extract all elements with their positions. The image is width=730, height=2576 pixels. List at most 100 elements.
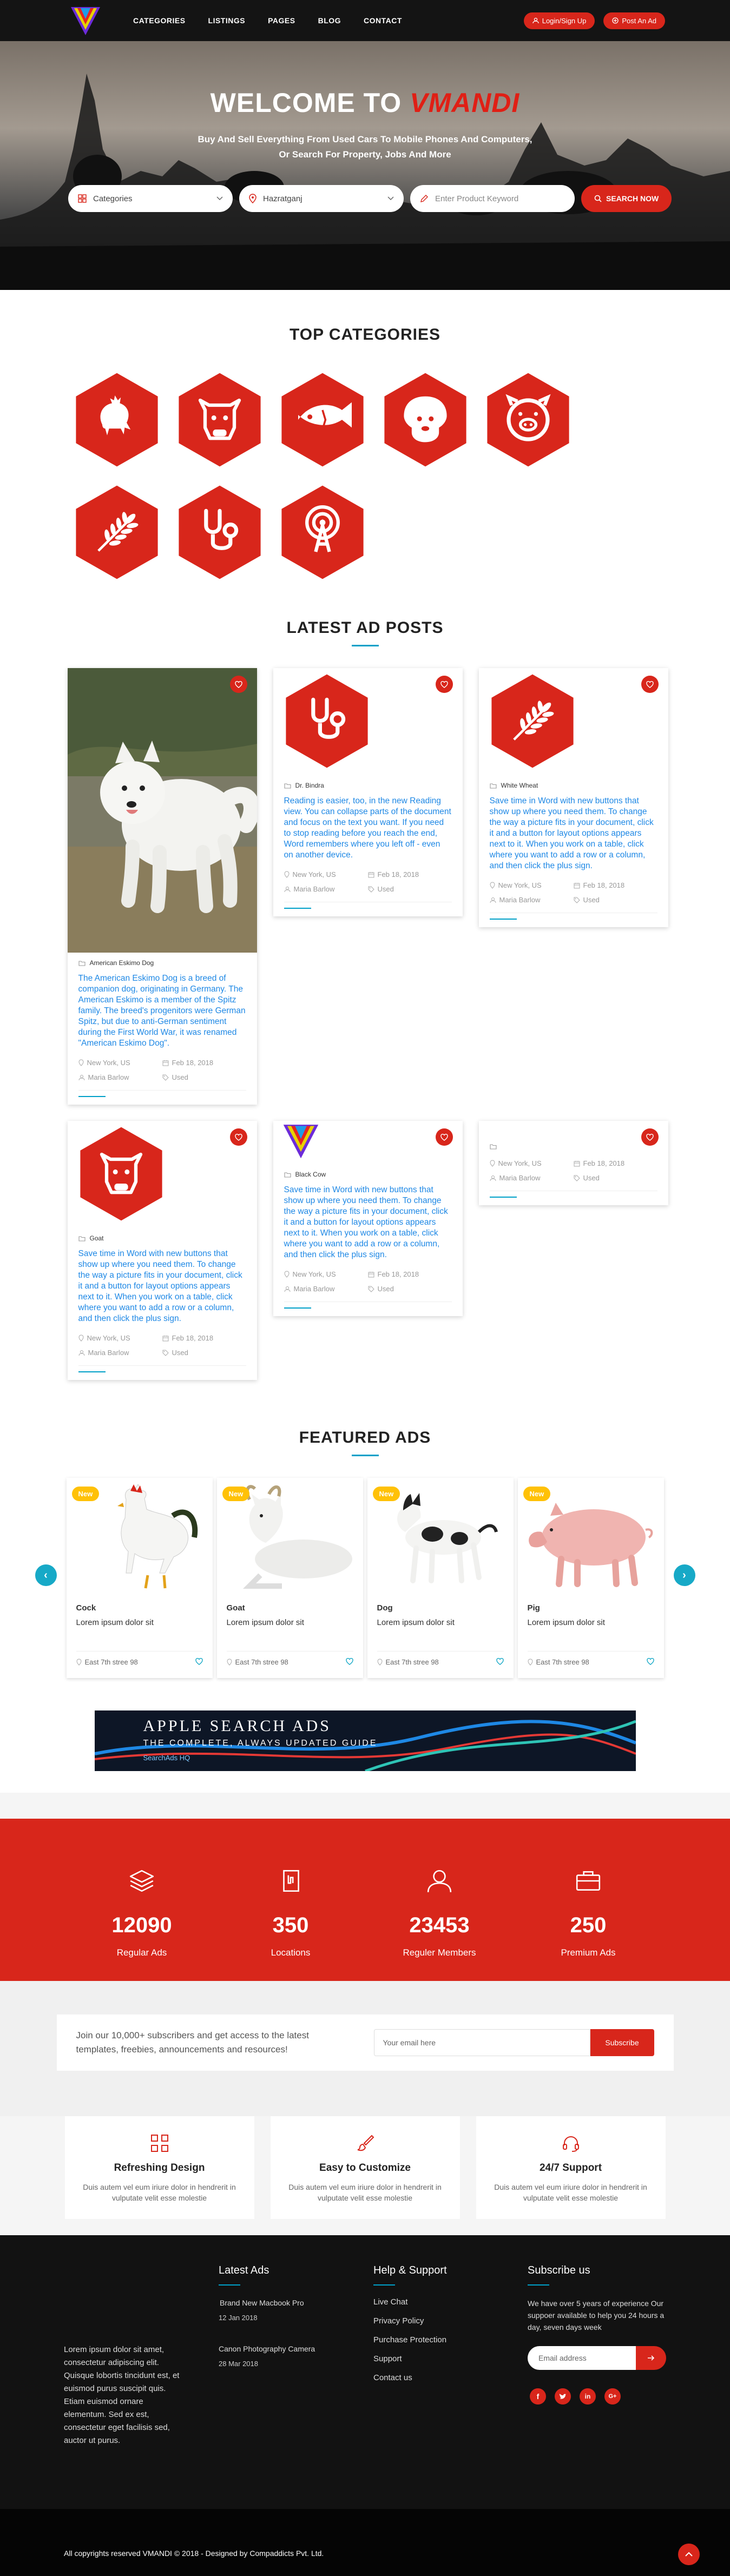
facebook-icon[interactable]: f (530, 2388, 546, 2405)
post-date-value: Feb 18, 2018 (172, 1334, 214, 1342)
favorite-heart-icon[interactable] (229, 1128, 247, 1146)
post-location: New York, US (489, 881, 574, 889)
post-description[interactable]: Save time in Word with new buttons that … (479, 789, 668, 871)
nav-listings[interactable]: LISTINGS (208, 16, 246, 25)
featured-ad-name: Pig (527, 1603, 540, 1613)
category-fish[interactable] (279, 371, 366, 468)
footer-send-button[interactable] (636, 2346, 666, 2370)
footer-email-input[interactable]: Email address (528, 2346, 636, 2370)
post-description[interactable]: Save time in Word with new buttons that … (273, 1178, 463, 1260)
google-plus-icon[interactable]: G+ (604, 2388, 621, 2405)
tag-icon (162, 1350, 169, 1356)
footer-help-links: Live Chat Privacy Policy Purchase Protec… (373, 2297, 482, 2382)
footer-link-support[interactable]: Support (373, 2354, 482, 2363)
favorite-heart-icon[interactable] (641, 676, 659, 693)
ad-post-card[interactable]: White Wheat Save time in Word with new bu… (478, 668, 668, 927)
post-seller: Maria Barlow (490, 896, 574, 904)
post-title: Dr. Bindra (295, 782, 324, 789)
post-date-value: Feb 18, 2018 (583, 881, 625, 889)
post-seller-value: Maria Barlow (293, 885, 335, 893)
latest-item-title: Canon Photography Camera (219, 2344, 315, 2353)
twitter-icon[interactable] (555, 2388, 571, 2405)
favorite-heart-icon[interactable] (435, 676, 453, 693)
top-categories-title: TOP CATEGORIES (289, 326, 441, 344)
footer-link-live-chat[interactable]: Live Chat (373, 2297, 482, 2307)
featured-ad-card[interactable]: New Dog Lorem ipsum dolor sit East 7th stre… (367, 1478, 514, 1678)
category-dog[interactable] (382, 371, 469, 468)
post-seller-value: Maria Barlow (499, 1174, 541, 1182)
featured-ad-card[interactable]: New Cock Lorem ipsum dolor sit East 7th str… (66, 1478, 213, 1678)
favorite-heart-icon[interactable] (229, 676, 247, 693)
map-pin-icon (76, 1659, 82, 1666)
post-date-value: Feb 18, 2018 (377, 870, 419, 879)
search-now-button[interactable]: SEARCH NOW (581, 185, 672, 212)
vmandi-logo[interactable] (65, 0, 106, 41)
nav-blog[interactable]: BLOG (318, 16, 341, 25)
footer-link-privacy-policy[interactable]: Privacy Policy (373, 2316, 482, 2326)
post-date-value: Feb 18, 2018 (172, 1059, 214, 1067)
category-pig[interactable] (484, 371, 572, 468)
footer-latest-item[interactable]: Canon Photography Camera 28 Mar 2018 (219, 2343, 321, 2368)
favorite-heart-icon[interactable] (646, 1658, 654, 1666)
post-description[interactable]: Save time in Word with new buttons that … (68, 1242, 257, 1324)
post-title: Black Cow (295, 1171, 326, 1178)
footer-about-text: Lorem ipsum dolor sit amet, consectetur … (64, 2345, 180, 2445)
footer-link-purchase-protection[interactable]: Purchase Protection (373, 2335, 482, 2344)
latest-ad-posts-title: LATEST AD POSTS (286, 619, 444, 637)
keyword-input[interactable]: Enter Product Keyword (410, 185, 575, 212)
featured-ad-location-value: East 7th stree 98 (235, 1658, 288, 1666)
footer-latest-item[interactable]: Brand New Macbook Pro 12 Jan 2018 (219, 2297, 321, 2322)
post-location: New York, US (78, 1059, 162, 1067)
nav-categories[interactable]: CATEGORIES (133, 16, 186, 25)
post-ad-label: Post An Ad (622, 16, 656, 25)
user-icon (78, 1074, 85, 1081)
favorite-heart-icon[interactable] (641, 1128, 659, 1146)
post-description[interactable]: The American Eskimo Dog is a breed of co… (68, 967, 257, 1049)
category-select[interactable]: Categories (68, 185, 233, 212)
carousel-next-button[interactable]: › (673, 1564, 695, 1586)
stat-number: 23453 (409, 1913, 470, 1937)
chevron-down-icon (387, 196, 394, 201)
newsletter-email-input[interactable]: Your email here (373, 2029, 590, 2056)
nav-pages[interactable]: PAGES (268, 16, 295, 25)
subscribe-button[interactable]: Subscribe (590, 2029, 654, 2056)
ad-banner[interactable]: APPLE SEARCH ADS THE COMPLETE, ALWAYS UP… (94, 1710, 636, 1771)
carousel-prev-button[interactable]: ‹ (35, 1564, 57, 1586)
category-cow[interactable] (176, 371, 264, 468)
ad-post-card[interactable]: Black Cow Save time in Word with new butt… (273, 1121, 463, 1316)
ad-post-card[interactable]: Dr. Bindra Reading is easier, too, in the… (273, 668, 463, 916)
favorite-heart-icon[interactable] (496, 1658, 504, 1666)
ad-post-card[interactable]: New York, US Feb 18, 2018 Maria Barlow Used (478, 1121, 668, 1205)
briefcase-icon (573, 1867, 603, 1894)
location-select[interactable]: Hazratganj (239, 185, 404, 212)
post-ad-button[interactable]: Post An Ad (603, 12, 665, 29)
tag-icon (368, 886, 374, 893)
featured-ad-location: East 7th stree 98 (76, 1658, 138, 1666)
post-category-label (479, 1137, 668, 1150)
login-signup-button[interactable]: Login/Sign Up (523, 12, 595, 29)
post-condition: Used (574, 896, 657, 904)
post-date: Feb 18, 2018 (574, 1159, 657, 1167)
user-icon (490, 1175, 496, 1181)
category-tower[interactable] (279, 484, 366, 581)
footer-subscribe-title: Subscribe us (528, 2264, 590, 2276)
category-chicken[interactable] (73, 371, 161, 468)
favorite-heart-icon[interactable] (345, 1658, 353, 1666)
back-to-top-button[interactable] (678, 2544, 700, 2565)
ad-post-card[interactable]: American Eskimo Dog The American Eskimo D… (67, 668, 257, 1105)
favorite-heart-icon[interactable] (435, 1128, 453, 1146)
footer-link-contact[interactable]: Contact us (373, 2373, 482, 2382)
nav-contact[interactable]: CONTACT (364, 16, 402, 25)
post-footer (489, 1191, 657, 1205)
post-condition-value: Used (172, 1349, 188, 1357)
category-stethoscope[interactable] (176, 484, 264, 581)
featured-ad-image: New (216, 1478, 363, 1597)
ad-post-card[interactable]: Goat Save time in Word with new buttons t… (67, 1121, 257, 1380)
linkedin-icon[interactable]: in (580, 2388, 596, 2405)
favorite-heart-icon[interactable] (195, 1658, 203, 1666)
category-wheat[interactable] (73, 484, 161, 581)
post-description[interactable]: Reading is easier, too, in the new Readi… (273, 789, 463, 861)
featured-ad-card[interactable]: New Pig Lorem ipsum dolor sit East 7th stre… (517, 1478, 664, 1678)
post-category-label: Goat (68, 1228, 257, 1242)
featured-ad-card[interactable]: New Goat Lorem ipsum dolor sit East 7th str… (216, 1478, 363, 1678)
